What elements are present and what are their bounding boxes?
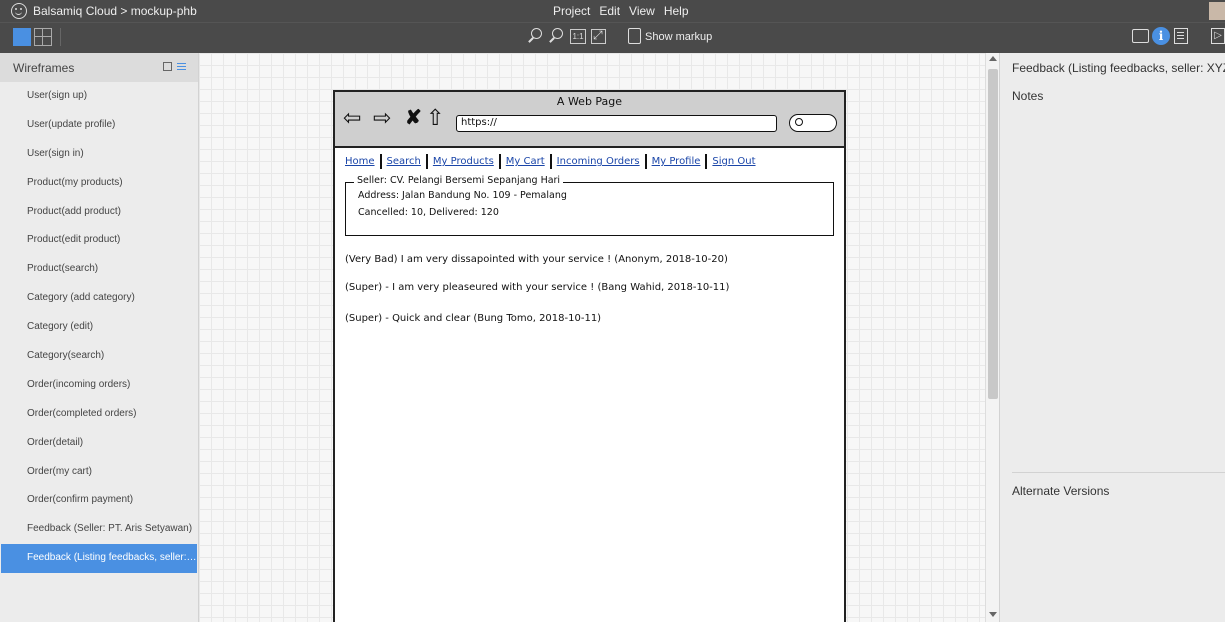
main-menu: Project Edit View Help <box>553 4 689 18</box>
comment-icon[interactable] <box>1132 29 1149 43</box>
url-field: https:// <box>456 115 777 132</box>
list-view-icon[interactable] <box>177 62 186 71</box>
seller-name: Seller: CV. Pelangi Bersemi Sepanjang Ha… <box>354 175 564 186</box>
nav-link[interactable]: My Cart <box>501 154 552 169</box>
seller-info-box: Seller: CV. Pelangi Bersemi Sepanjang Ha… <box>345 175 834 236</box>
feedback-item: (Super) - I am very pleaseured with your… <box>345 282 730 293</box>
sidebar-item[interactable]: User(update profile) <box>0 111 198 140</box>
mockup-canvas[interactable]: A Web Page ⇦ ⇨ ✘ ⇧ https:// Home Search My… <box>199 53 985 622</box>
feedback-item: (Very Bad) I am very dissapointed with y… <box>345 254 728 265</box>
home-icon: ⇧ <box>426 105 445 130</box>
nav-link[interactable]: Search <box>382 154 428 169</box>
user-avatar[interactable] <box>1209 2 1225 20</box>
sidebar-item[interactable]: Category(search) <box>0 342 198 371</box>
forward-arrow-icon: ⇨ <box>373 105 392 130</box>
sidebar-item[interactable]: Order(confirm payment) <box>0 486 198 515</box>
canvas-scrollbar[interactable] <box>985 53 999 622</box>
wireframe-title[interactable]: Feedback (Listing feedbacks, seller: XYZ… <box>1012 61 1225 75</box>
scroll-thumb[interactable] <box>988 69 998 399</box>
site-nav-links: Home Search My Products My Cart Incoming Ord… <box>345 154 761 169</box>
nav-link[interactable]: My Products <box>428 154 501 169</box>
thumbnail-view-icon[interactable] <box>163 62 172 71</box>
presentation-icon[interactable]: ▷ <box>1211 28 1225 44</box>
wireframe-list: User(sign up) User(update profile) User(si… <box>0 82 198 574</box>
info-icon[interactable]: i <box>1152 27 1170 45</box>
show-markup-button[interactable]: Show markup <box>645 31 712 43</box>
actual-size-icon[interactable]: 1:1 <box>570 29 586 44</box>
sidebar-item[interactable]: Category (edit) <box>0 313 198 342</box>
nav-link[interactable]: My Profile <box>647 154 708 169</box>
sidebar-item[interactable]: Product(search) <box>0 255 198 284</box>
markup-icon[interactable] <box>628 28 641 44</box>
fit-to-window-icon[interactable] <box>591 28 606 44</box>
title-bar: Balsamiq Cloud > mockup-phb Project Edit… <box>0 0 1225 22</box>
sidebar-item[interactable]: Feedback (Seller: PT. Aris Setyawan) <box>0 515 198 544</box>
toolbar-divider <box>60 28 61 46</box>
app-title[interactable]: Balsamiq Cloud > mockup-phb <box>33 4 197 18</box>
sidebar-item[interactable]: Order(my cart) <box>0 458 198 487</box>
seller-address: Address: Jalan Bandung No. 109 - Pemalan… <box>358 190 567 201</box>
feedback-item: (Super) - Quick and clear (Bung Tomo, 20… <box>345 313 602 324</box>
toolbar: 1:1 Show markup i ▷ <box>0 22 1225 53</box>
nav-link[interactable]: Sign Out <box>707 154 760 169</box>
search-icon <box>795 118 803 126</box>
menu-project[interactable]: Project <box>553 4 590 18</box>
menu-help[interactable]: Help <box>664 4 689 18</box>
properties-panel: Feedback (Listing feedbacks, seller: XYZ… <box>999 53 1225 622</box>
browser-search-field <box>789 114 837 132</box>
sidebar-item[interactable]: Product(edit product) <box>0 226 198 255</box>
properties-icon[interactable] <box>1174 28 1188 44</box>
sidebar-title: Wireframes <box>13 61 75 75</box>
sidebar-item[interactable]: User(sign in) <box>0 140 198 169</box>
browser-chrome: A Web Page ⇦ ⇨ ✘ ⇧ https:// <box>335 92 844 148</box>
seller-stats: Cancelled: 10, Delivered: 120 <box>358 207 499 218</box>
grid-view-icon[interactable] <box>34 28 52 46</box>
browser-window-mockup[interactable]: A Web Page ⇦ ⇨ ✘ ⇧ https:// Home Search My… <box>333 90 846 622</box>
scroll-up-icon[interactable] <box>989 56 997 61</box>
nav-link[interactable]: Incoming Orders <box>552 154 647 169</box>
menu-view[interactable]: View <box>629 4 655 18</box>
sidebar-item[interactable]: Product(my products) <box>0 169 198 198</box>
sidebar-item[interactable]: User(sign up) <box>0 82 198 111</box>
menu-edit[interactable]: Edit <box>599 4 620 18</box>
back-arrow-icon: ⇦ <box>343 105 362 130</box>
wireframes-sidebar: Wireframes User(sign up) User(update prof… <box>0 53 199 622</box>
nav-link[interactable]: Home <box>345 154 382 169</box>
panel-divider <box>1012 472 1225 473</box>
alternate-versions-label[interactable]: Alternate Versions <box>1012 484 1109 498</box>
sidebar-item[interactable]: Category (add category) <box>0 284 198 313</box>
zoom-out-icon[interactable] <box>528 28 544 44</box>
sidebar-item[interactable]: Order(detail) <box>0 429 198 458</box>
sidebar-item[interactable]: Feedback (Listing feedbacks, seller: XYZ… <box>1 544 197 574</box>
sidebar-item[interactable]: Product(add product) <box>0 198 198 227</box>
sidebar-item[interactable]: Order(incoming orders) <box>0 371 198 400</box>
balsamiq-smiley-icon[interactable] <box>11 3 27 19</box>
single-view-icon[interactable] <box>13 28 31 46</box>
scroll-down-icon[interactable] <box>989 612 997 617</box>
sidebar-header: Wireframes <box>0 53 198 82</box>
stop-icon: ✘ <box>405 107 422 129</box>
sidebar-item[interactable]: Order(completed orders) <box>0 400 198 429</box>
notes-label[interactable]: Notes <box>1012 89 1043 103</box>
zoom-in-icon[interactable] <box>549 28 565 44</box>
